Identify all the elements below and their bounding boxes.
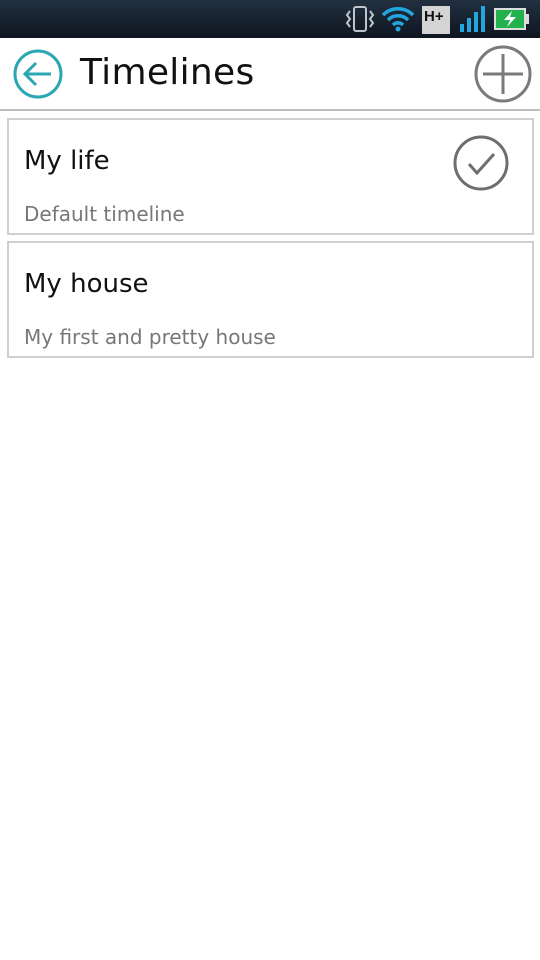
wifi-icon bbox=[380, 4, 416, 38]
back-arrow-icon bbox=[13, 49, 63, 99]
timeline-description: My first and pretty house bbox=[24, 325, 276, 349]
battery-charging-icon bbox=[494, 7, 530, 35]
network-type-label: H+ bbox=[424, 8, 444, 25]
plus-icon bbox=[474, 45, 532, 103]
timeline-item-my-life[interactable]: My life Default timeline bbox=[7, 118, 534, 235]
timeline-list: My life Default timeline My house My fir… bbox=[7, 118, 534, 364]
page-title: Timelines bbox=[80, 52, 255, 93]
timeline-item-my-house[interactable]: My house My first and pretty house bbox=[7, 241, 534, 358]
timeline-description: Default timeline bbox=[24, 202, 185, 226]
network-type-icon: H+ bbox=[422, 6, 450, 38]
status-bar: H+ bbox=[0, 0, 540, 38]
back-button[interactable] bbox=[12, 48, 64, 100]
action-bar: Timelines bbox=[0, 38, 540, 111]
vibrate-icon bbox=[344, 4, 376, 38]
signal-icon bbox=[458, 4, 490, 38]
checkmark-icon bbox=[452, 134, 510, 192]
timeline-name: My house bbox=[24, 269, 149, 299]
add-timeline-button[interactable] bbox=[473, 44, 533, 104]
timeline-name: My life bbox=[24, 146, 110, 176]
